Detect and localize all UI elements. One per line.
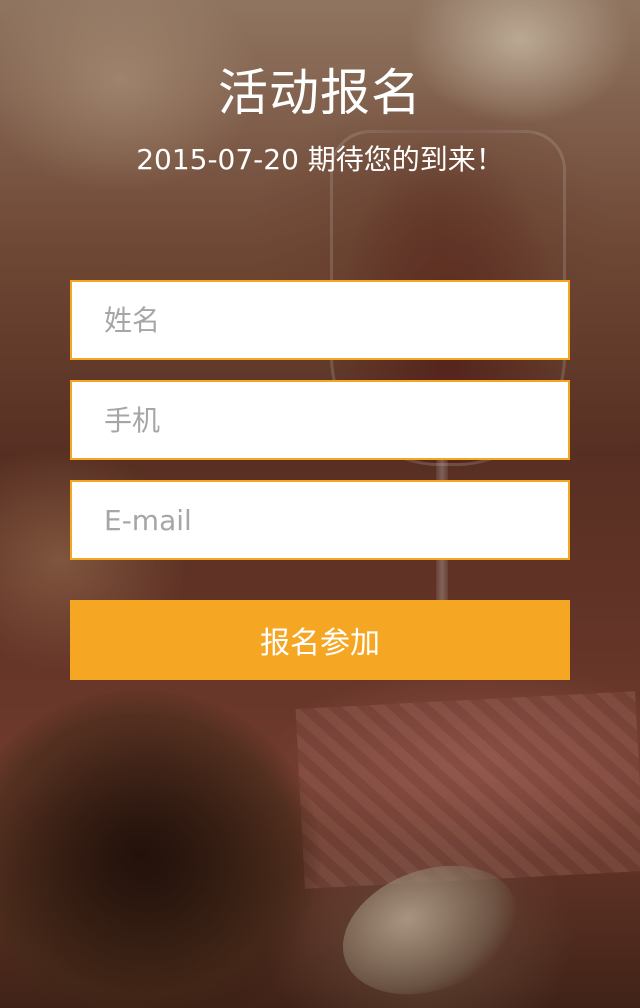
submit-signup-button[interactable]: 报名参加 [70, 600, 570, 680]
page-title: 活动报名 [218, 64, 422, 122]
email-input[interactable] [70, 480, 570, 560]
event-date-subtitle: 2015-07-20 期待您的到来！ [136, 143, 504, 176]
name-input[interactable] [70, 280, 570, 360]
phone-input[interactable] [70, 380, 570, 460]
signup-page: 活动报名 2015-07-20 期待您的到来！ 报名参加 [0, 0, 640, 1008]
